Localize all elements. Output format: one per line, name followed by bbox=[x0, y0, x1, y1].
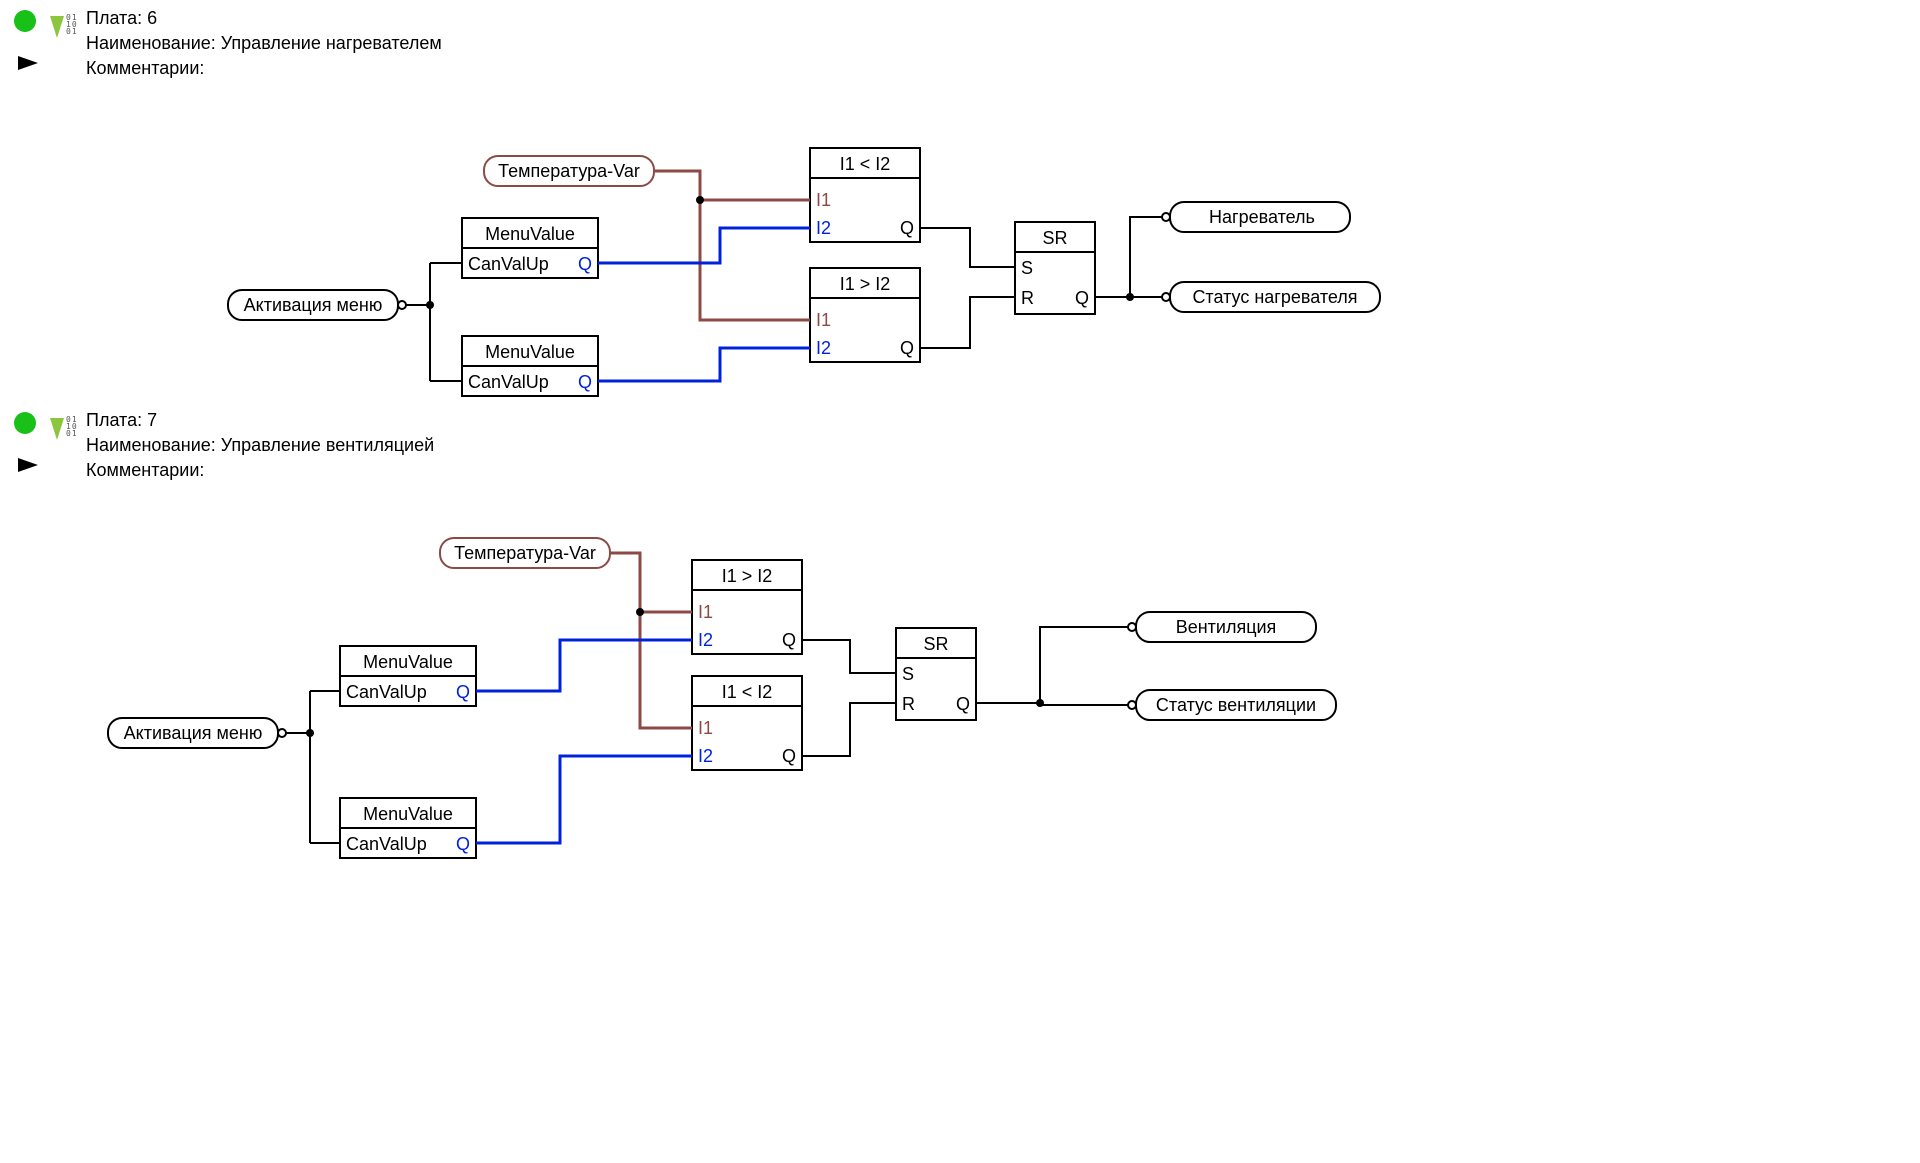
svg-text:Q: Q bbox=[956, 694, 970, 714]
block-sr: SR S R Q bbox=[896, 628, 976, 720]
block-cmp-gt: I1 > I2 I1 I2 Q bbox=[810, 268, 920, 362]
block-menuvalue-2: MenuValue CanValUp Q bbox=[340, 798, 476, 858]
block-cmp-lt: I1 < I2 I1 I2 Q bbox=[810, 148, 920, 242]
block-cmp-gt: I1 > I2 I1 I2 Q bbox=[692, 560, 802, 654]
svg-text:I1 < I2: I1 < I2 bbox=[840, 154, 891, 174]
svg-text:I1: I1 bbox=[816, 310, 831, 330]
svg-text:I1 > I2: I1 > I2 bbox=[840, 274, 891, 294]
svg-text:Q: Q bbox=[782, 746, 796, 766]
block-cmp-lt: I1 < I2 I1 I2 Q bbox=[692, 676, 802, 770]
svg-text:MenuValue: MenuValue bbox=[485, 342, 575, 362]
svg-text:Q: Q bbox=[456, 834, 470, 854]
svg-text:I1: I1 bbox=[698, 602, 713, 622]
status-dot-icon bbox=[14, 412, 36, 439]
svg-text:I1: I1 bbox=[816, 190, 831, 210]
block-menu-activation: Активация меню bbox=[228, 290, 406, 320]
svg-text:Q: Q bbox=[456, 682, 470, 702]
block-output-heater-status: Статус нагревателя bbox=[1162, 282, 1380, 312]
diagram-1: Температура-Var Активация меню MenuValue… bbox=[0, 0, 1920, 420]
binary-icon: 011001 bbox=[66, 416, 78, 437]
svg-text:Активация меню: Активация меню bbox=[244, 295, 383, 315]
svg-text:SR: SR bbox=[923, 634, 948, 654]
svg-text:Q: Q bbox=[1075, 288, 1089, 308]
svg-text:Q: Q bbox=[782, 630, 796, 650]
svg-text:R: R bbox=[1021, 288, 1034, 308]
block-menuvalue-2: MenuValue CanValUp Q bbox=[462, 336, 598, 396]
svg-text:I1 < I2: I1 < I2 bbox=[722, 682, 773, 702]
svg-text:Вентиляция: Вентиляция bbox=[1176, 617, 1277, 637]
plate-label: Плата: bbox=[86, 410, 142, 430]
svg-text:CanValUp: CanValUp bbox=[468, 254, 549, 274]
block-output-vent: Вентиляция bbox=[1128, 612, 1316, 642]
svg-text:Q: Q bbox=[900, 218, 914, 238]
name-label: Наименование: bbox=[86, 435, 216, 455]
svg-text:CanValUp: CanValUp bbox=[346, 834, 427, 854]
svg-text:Нагреватель: Нагреватель bbox=[1209, 207, 1315, 227]
svg-text:I2: I2 bbox=[816, 338, 831, 358]
plate-value: 7 bbox=[147, 410, 157, 430]
svg-text:I2: I2 bbox=[698, 746, 713, 766]
svg-text:I1 > I2: I1 > I2 bbox=[722, 566, 773, 586]
svg-text:Температура-Var: Температура-Var bbox=[498, 161, 640, 181]
svg-text:SR: SR bbox=[1042, 228, 1067, 248]
svg-text:I2: I2 bbox=[816, 218, 831, 238]
download-icon bbox=[50, 418, 64, 445]
diagram-2: Температура-Var Активация меню MenuValue… bbox=[0, 470, 1920, 990]
block-sr: SR S R Q bbox=[1015, 222, 1095, 314]
svg-text:Q: Q bbox=[900, 338, 914, 358]
svg-text:I1: I1 bbox=[698, 718, 713, 738]
block-temp-var: Температура-Var bbox=[484, 156, 654, 186]
svg-text:CanValUp: CanValUp bbox=[468, 372, 549, 392]
svg-text:MenuValue: MenuValue bbox=[485, 224, 575, 244]
block-menu-activation: Активация меню bbox=[108, 718, 286, 748]
block-temp-var: Температура-Var bbox=[440, 538, 610, 568]
svg-text:R: R bbox=[902, 694, 915, 714]
block-output-heater: Нагреватель bbox=[1162, 202, 1350, 232]
svg-text:S: S bbox=[1021, 258, 1033, 278]
svg-text:Статус вентиляции: Статус вентиляции bbox=[1156, 695, 1316, 715]
svg-text:Температура-Var: Температура-Var bbox=[454, 543, 596, 563]
svg-text:Q: Q bbox=[578, 372, 592, 392]
page: 011001 Плата: 6 Наименование: Управление… bbox=[0, 0, 1920, 1163]
block-menuvalue-1: MenuValue CanValUp Q bbox=[462, 218, 598, 278]
svg-text:CanValUp: CanValUp bbox=[346, 682, 427, 702]
svg-text:Активация меню: Активация меню bbox=[124, 723, 263, 743]
block-output-vent-status: Статус вентиляции bbox=[1128, 690, 1336, 720]
svg-text:MenuValue: MenuValue bbox=[363, 804, 453, 824]
svg-text:S: S bbox=[902, 664, 914, 684]
svg-text:Статус нагревателя: Статус нагревателя bbox=[1192, 287, 1357, 307]
svg-text:Q: Q bbox=[578, 254, 592, 274]
block-menuvalue-1: MenuValue CanValUp Q bbox=[340, 646, 476, 706]
svg-text:I2: I2 bbox=[698, 630, 713, 650]
svg-text:MenuValue: MenuValue bbox=[363, 652, 453, 672]
name-value: Управление вентиляцией bbox=[221, 435, 434, 455]
